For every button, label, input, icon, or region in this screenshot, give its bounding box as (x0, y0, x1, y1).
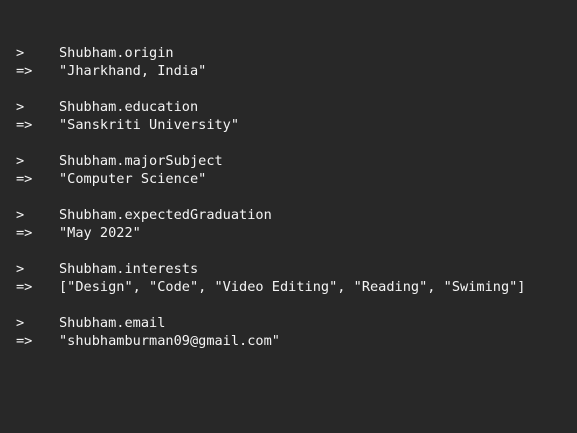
output-prompt: => (16, 117, 33, 133)
console-entry-expected-graduation: > Shubham.expectedGraduation => "May 202… (0, 206, 577, 242)
output-prompt: => (16, 333, 33, 349)
result-text: "May 2022" (59, 225, 141, 241)
command-text[interactable]: Shubham.majorSubject (59, 152, 223, 170)
console-entry-education: > Shubham.education => "Sanskriti Univer… (0, 98, 577, 134)
output-prompt: => (16, 63, 33, 79)
result-text[interactable]: "shubhamburman09@gmail.com" (59, 332, 280, 350)
input-prompt: > (16, 153, 25, 169)
output-line: => "Computer Science" (0, 170, 577, 188)
output-prompt: => (16, 279, 33, 295)
result-text: "Computer Science" (59, 171, 207, 187)
console-entry-email: > Shubham.email => "shubhamburman09@gmai… (0, 314, 577, 350)
result-text: "Sanskriti University" (59, 117, 240, 133)
result-text: ["Design", "Code", "Video Editing", "Rea… (59, 279, 526, 295)
input-line: > Shubham.interests (0, 260, 577, 278)
command-text[interactable]: Shubham.origin (59, 44, 174, 62)
command-text[interactable]: Shubham.interests (59, 260, 198, 278)
output-line: => "Jharkhand, India" (0, 62, 577, 80)
input-line: > Shubham.email (0, 314, 577, 332)
console-entry-interests: > Shubham.interests => ["Design", "Code"… (0, 260, 577, 296)
input-prompt: > (16, 315, 25, 331)
input-line: > Shubham.education (0, 98, 577, 116)
output-line: => "shubhamburman09@gmail.com" (0, 332, 577, 350)
result-text: "Jharkhand, India" (59, 63, 207, 79)
command-text[interactable]: Shubham.email (59, 314, 165, 332)
input-prompt: > (16, 207, 25, 223)
console-entry-origin: > Shubham.origin => "Jharkhand, India" (0, 44, 577, 80)
output-prompt: => (16, 171, 33, 187)
input-prompt: > (16, 99, 25, 115)
command-text[interactable]: Shubham.education (59, 98, 198, 116)
console-entry-major-subject: > Shubham.majorSubject => "Computer Scie… (0, 152, 577, 188)
console-output: > Shubham.origin => "Jharkhand, India" >… (0, 0, 577, 433)
output-line: => "May 2022" (0, 224, 577, 242)
input-line: > Shubham.origin (0, 44, 577, 62)
output-line: => ["Design", "Code", "Video Editing", "… (0, 278, 577, 296)
output-line: => "Sanskriti University" (0, 116, 577, 134)
input-prompt: > (16, 45, 25, 61)
input-line: > Shubham.expectedGraduation (0, 206, 577, 224)
output-prompt: => (16, 225, 33, 241)
input-prompt: > (16, 261, 25, 277)
command-text[interactable]: Shubham.expectedGraduation (59, 206, 272, 224)
input-line: > Shubham.majorSubject (0, 152, 577, 170)
